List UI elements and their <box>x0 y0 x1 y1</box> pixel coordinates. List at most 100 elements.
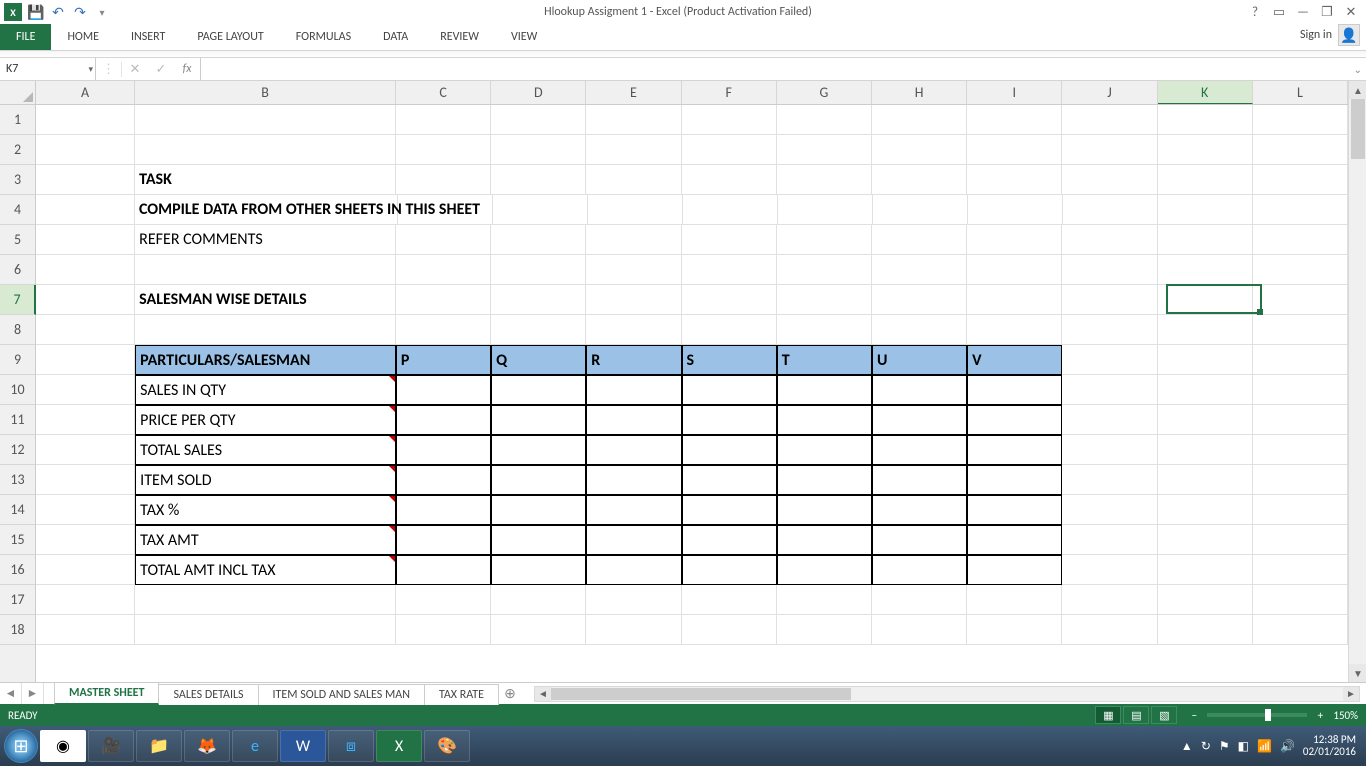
cell-I2[interactable] <box>967 135 1062 165</box>
cell-A3[interactable] <box>36 165 135 195</box>
new-sheet-button[interactable]: ⊕ <box>498 683 522 704</box>
cell-L6[interactable] <box>1253 255 1348 285</box>
cell-B6[interactable] <box>135 255 396 285</box>
cell-I12[interactable] <box>967 435 1062 465</box>
cell-L7[interactable] <box>1253 285 1348 315</box>
cell-F12[interactable] <box>682 435 777 465</box>
redo-icon[interactable]: ↷ <box>72 4 88 20</box>
taskbar-dropbox-icon[interactable]: ⧈ <box>328 730 374 762</box>
cell-L11[interactable] <box>1253 405 1348 435</box>
cell-K2[interactable] <box>1158 135 1253 165</box>
cell-C12[interactable] <box>396 435 491 465</box>
taskbar-excel-icon[interactable]: X <box>376 730 422 762</box>
cell-C15[interactable] <box>396 525 491 555</box>
cell-H7[interactable] <box>872 285 967 315</box>
cells[interactable]: TASKCOMPILE DATA FROM OTHER SHEETS IN TH… <box>36 105 1348 645</box>
cell-B7[interactable]: SALESMAN WISE DETAILS <box>135 285 396 315</box>
cell-I17[interactable] <box>967 585 1062 615</box>
cell-G11[interactable] <box>777 405 872 435</box>
cell-L2[interactable] <box>1253 135 1348 165</box>
cell-G5[interactable] <box>777 225 872 255</box>
cell-F6[interactable] <box>682 255 777 285</box>
taskbar-word-icon[interactable]: W <box>280 730 326 762</box>
cell-L5[interactable] <box>1253 225 1348 255</box>
cell-F1[interactable] <box>682 105 777 135</box>
col-header-L[interactable]: L <box>1253 81 1348 104</box>
cell-G2[interactable] <box>777 135 872 165</box>
cell-G12[interactable] <box>777 435 872 465</box>
cell-G4[interactable] <box>778 195 873 225</box>
cell-D3[interactable] <box>491 165 586 195</box>
cell-C13[interactable] <box>396 465 491 495</box>
cancel-formula-icon[interactable]: ✕ <box>122 62 148 77</box>
cell-F9[interactable]: S <box>682 345 777 375</box>
cell-F13[interactable] <box>682 465 777 495</box>
cell-D1[interactable] <box>491 105 586 135</box>
cell-K7[interactable] <box>1158 285 1253 315</box>
cell-K4[interactable] <box>1158 195 1253 225</box>
cell-C18[interactable] <box>396 615 491 645</box>
cell-H8[interactable] <box>872 315 967 345</box>
cell-C16[interactable] <box>396 555 491 585</box>
sheet-tab[interactable]: MASTER SHEET <box>54 682 159 705</box>
cell-K1[interactable] <box>1158 105 1253 135</box>
cell-C7[interactable] <box>396 285 491 315</box>
sheet-tab[interactable]: ITEM SOLD AND SALES MAN <box>258 684 425 705</box>
cell-A8[interactable] <box>36 315 135 345</box>
cell-A4[interactable] <box>36 195 135 225</box>
cell-G6[interactable] <box>777 255 872 285</box>
cell-A12[interactable] <box>36 435 135 465</box>
row-header-16[interactable]: 16 <box>0 555 36 585</box>
cell-G7[interactable] <box>777 285 872 315</box>
cell-H16[interactable] <box>872 555 967 585</box>
cell-L18[interactable] <box>1253 615 1348 645</box>
cell-L16[interactable] <box>1253 555 1348 585</box>
cell-J13[interactable] <box>1062 465 1157 495</box>
cell-I7[interactable] <box>967 285 1062 315</box>
zoom-in-button[interactable]: + <box>1313 709 1327 722</box>
start-button[interactable]: ⊞ <box>4 729 38 763</box>
cell-A17[interactable] <box>36 585 135 615</box>
ribbon-options-icon[interactable]: ▭ <box>1270 5 1288 20</box>
comment-indicator-icon[interactable] <box>389 556 395 562</box>
cell-H6[interactable] <box>872 255 967 285</box>
tray-volume-icon[interactable]: 🔊 <box>1280 739 1295 754</box>
cell-F3[interactable] <box>682 165 777 195</box>
cell-B13[interactable]: ITEM SOLD <box>135 465 396 495</box>
zoom-handle[interactable] <box>1265 709 1271 721</box>
cell-J5[interactable] <box>1062 225 1157 255</box>
cell-K6[interactable] <box>1158 255 1253 285</box>
cell-J1[interactable] <box>1062 105 1157 135</box>
row-header-4[interactable]: 4 <box>0 195 36 225</box>
cell-K3[interactable] <box>1158 165 1253 195</box>
col-header-B[interactable]: B <box>135 81 396 104</box>
cell-J8[interactable] <box>1062 315 1157 345</box>
cell-I4[interactable] <box>968 195 1063 225</box>
cell-E1[interactable] <box>586 105 681 135</box>
cell-F4[interactable] <box>683 195 778 225</box>
row-header-10[interactable]: 10 <box>0 375 36 405</box>
tab-review[interactable]: REVIEW <box>424 24 495 50</box>
cell-C6[interactable] <box>396 255 491 285</box>
tray-chevron-icon[interactable]: ▲ <box>1181 739 1193 754</box>
cell-K5[interactable] <box>1158 225 1253 255</box>
col-header-D[interactable]: D <box>491 81 586 104</box>
tab-page-layout[interactable]: PAGE LAYOUT <box>181 24 279 50</box>
cell-K15[interactable] <box>1158 525 1253 555</box>
col-header-C[interactable]: C <box>396 81 491 104</box>
cell-C10[interactable] <box>396 375 491 405</box>
cell-G17[interactable] <box>777 585 872 615</box>
cell-D12[interactable] <box>491 435 586 465</box>
file-tab[interactable]: FILE <box>0 24 51 50</box>
cell-H3[interactable] <box>872 165 967 195</box>
cell-J18[interactable] <box>1062 615 1157 645</box>
restore-icon[interactable]: ❐ <box>1318 5 1336 20</box>
row-header-8[interactable]: 8 <box>0 315 36 345</box>
cell-E5[interactable] <box>586 225 681 255</box>
tray-clock[interactable]: 12:38 PM 02/01/2016 <box>1303 734 1356 758</box>
cell-C11[interactable] <box>396 405 491 435</box>
cell-D11[interactable] <box>491 405 586 435</box>
tab-formulas[interactable]: FORMULAS <box>280 24 367 50</box>
cell-F14[interactable] <box>682 495 777 525</box>
tab-insert[interactable]: INSERT <box>115 24 181 50</box>
